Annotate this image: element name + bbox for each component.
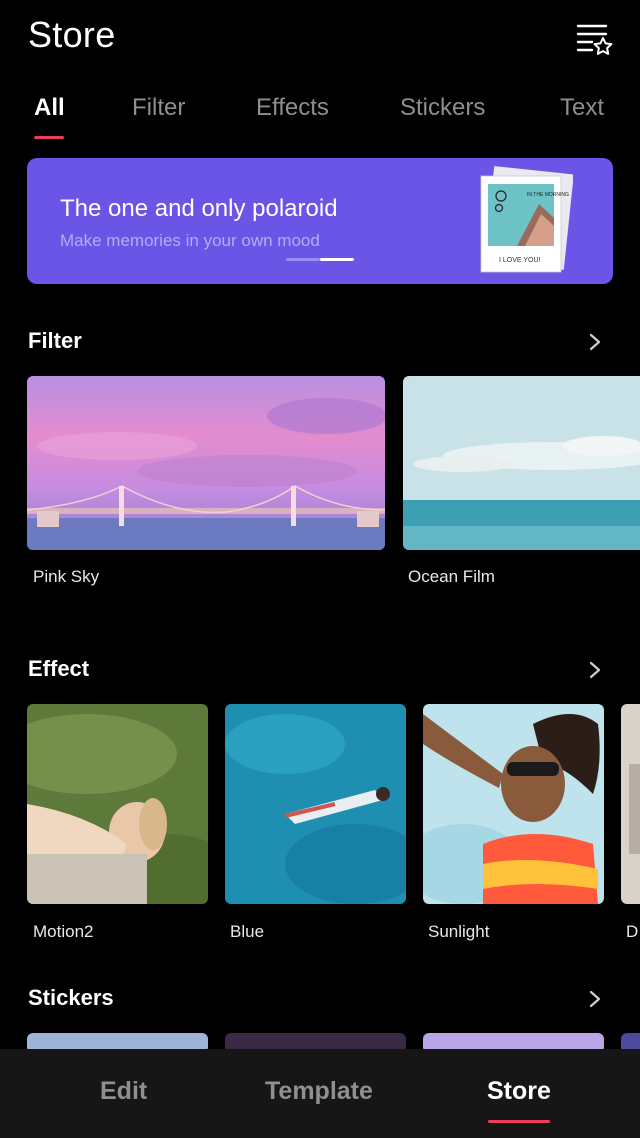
list-star-icon[interactable] (574, 20, 614, 56)
bottom-nav: Edit Template Store (0, 1049, 640, 1138)
filter-thumb-pink-sky[interactable] (27, 376, 385, 550)
nav-edit[interactable]: Edit (100, 1077, 147, 1106)
section-title-stickers: Stickers (28, 985, 114, 1010)
chevron-right-icon[interactable] (586, 988, 604, 1010)
tab-filter[interactable]: Filter (132, 94, 185, 122)
effect-label-blue: Blue (230, 922, 265, 941)
section-title-filter: Filter (28, 328, 82, 353)
nav-template[interactable]: Template (265, 1077, 373, 1106)
tab-stickers[interactable]: Stickers (400, 94, 485, 122)
carousel-dot-active (320, 258, 354, 261)
effect-thumb-sunlight[interactable] (423, 704, 604, 904)
carousel-indicator (286, 258, 356, 261)
chevron-right-icon[interactable] (586, 659, 604, 681)
page-title: Store (28, 14, 116, 55)
active-nav-indicator (488, 1120, 550, 1123)
active-tab-indicator (34, 136, 64, 139)
effect-thumb-blue[interactable] (225, 704, 406, 904)
section-title-effect: Effect (28, 656, 90, 681)
effect-thumb-d[interactable] (621, 704, 640, 904)
effect-label-sunlight: Sunlight (428, 922, 490, 941)
effect-label-motion2: Motion2 (33, 922, 94, 941)
tab-effects[interactable]: Effects (256, 94, 329, 122)
header: Store (0, 0, 640, 80)
filter-thumb-ocean-film[interactable] (403, 376, 640, 550)
polaroid-caption: I LOVE YOU! (499, 257, 541, 264)
effect-label-d: D (626, 922, 639, 941)
banner-title: The one and only polaroid (60, 195, 338, 222)
promo-banner[interactable]: The one and only polaroid Make memories … (27, 158, 613, 284)
filter-label-pink-sky: Pink Sky (33, 567, 100, 586)
category-tabs: All Filter Effects Stickers Text (0, 88, 640, 144)
polaroid-illustration: IN THE MORNING I LOVE YOU! (480, 166, 573, 273)
effect-thumb-motion2[interactable] (27, 704, 208, 904)
filter-label-ocean-film: Ocean Film (408, 567, 495, 586)
polaroid-note: IN THE MORNING (527, 192, 569, 198)
tab-text[interactable]: Text (560, 94, 604, 122)
tab-all[interactable]: All (34, 94, 65, 122)
nav-store[interactable]: Store (487, 1077, 551, 1106)
carousel-dot (286, 258, 320, 261)
banner-subtitle: Make memories in your own mood (60, 231, 320, 250)
chevron-right-icon[interactable] (586, 331, 604, 353)
